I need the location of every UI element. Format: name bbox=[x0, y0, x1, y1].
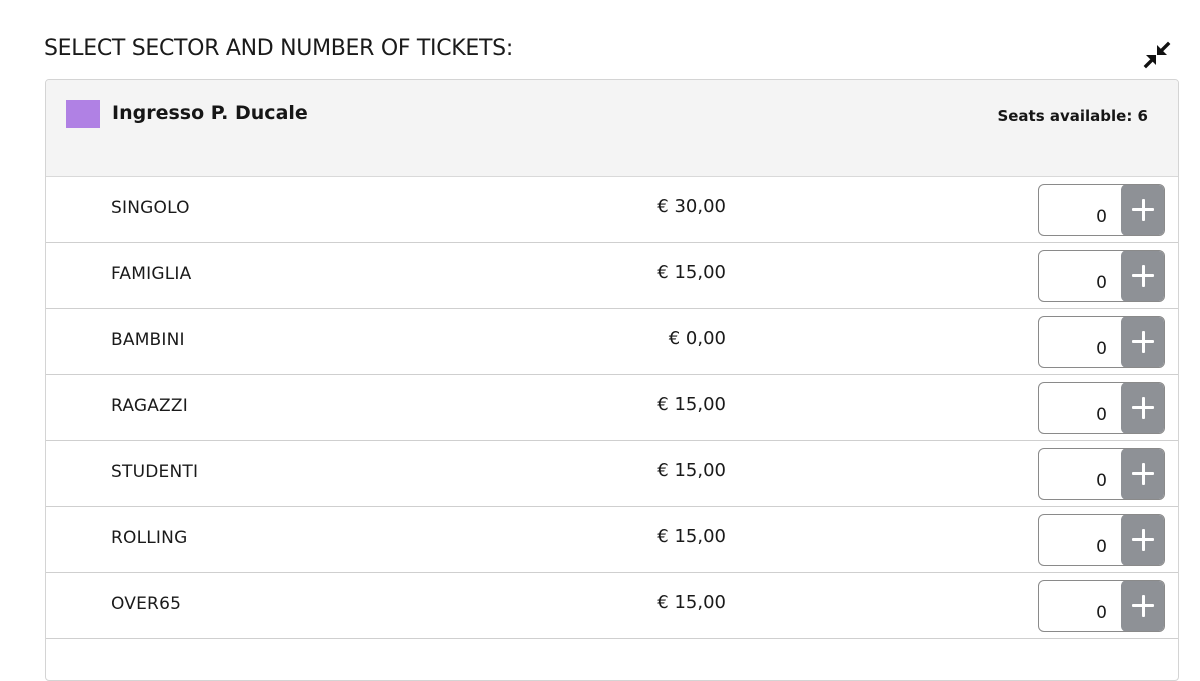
ticket-row: OVER65 € 15,00 bbox=[46, 573, 1178, 639]
plus-icon[interactable] bbox=[1121, 581, 1164, 631]
ticket-row: BAMBINI € 0,00 bbox=[46, 309, 1178, 375]
ticket-type-name: STUDENTI bbox=[111, 462, 199, 482]
ticket-price: € 30,00 bbox=[657, 196, 726, 217]
plus-icon[interactable] bbox=[1121, 515, 1164, 565]
ticket-row: STUDENTI € 15,00 bbox=[46, 441, 1178, 507]
ticket-price: € 0,00 bbox=[668, 328, 726, 349]
ticket-type-name: SINGOLO bbox=[111, 198, 190, 218]
ticket-price: € 15,00 bbox=[657, 460, 726, 481]
quantity-stepper bbox=[1038, 250, 1165, 302]
sector-card: Ingresso P. Ducale Seats available: 6 SI… bbox=[45, 79, 1179, 681]
quantity-stepper bbox=[1038, 382, 1165, 434]
quantity-input[interactable] bbox=[1039, 515, 1121, 565]
ticket-type-name: ROLLING bbox=[111, 528, 188, 548]
quantity-stepper bbox=[1038, 448, 1165, 500]
quantity-input[interactable] bbox=[1039, 317, 1121, 367]
sector-header[interactable]: Ingresso P. Ducale Seats available: 6 bbox=[46, 80, 1178, 177]
ticket-row: ROLLING € 15,00 bbox=[46, 507, 1178, 573]
sector-color-swatch bbox=[66, 100, 100, 128]
collapse-arrows-icon[interactable] bbox=[1140, 38, 1174, 72]
plus-icon[interactable] bbox=[1121, 251, 1164, 301]
ticket-type-name: BAMBINI bbox=[111, 330, 185, 350]
seats-available: Seats available: 6 bbox=[997, 107, 1148, 125]
ticket-type-name: OVER65 bbox=[111, 594, 182, 614]
plus-icon[interactable] bbox=[1121, 383, 1164, 433]
plus-icon[interactable] bbox=[1121, 185, 1164, 235]
ticket-list: SINGOLO € 30,00 FAMIGLIA € 15,00 BAMBINI € 0,… bbox=[46, 177, 1178, 639]
quantity-stepper bbox=[1038, 316, 1165, 368]
quantity-stepper bbox=[1038, 514, 1165, 566]
quantity-stepper bbox=[1038, 184, 1165, 236]
quantity-input[interactable] bbox=[1039, 449, 1121, 499]
ticket-price: € 15,00 bbox=[657, 394, 726, 415]
sector-name: Ingresso P. Ducale bbox=[112, 102, 308, 124]
ticket-row: FAMIGLIA € 15,00 bbox=[46, 243, 1178, 309]
quantity-input[interactable] bbox=[1039, 581, 1121, 631]
ticket-row: SINGOLO € 30,00 bbox=[46, 177, 1178, 243]
ticket-type-name: FAMIGLIA bbox=[111, 264, 192, 284]
ticket-price: € 15,00 bbox=[657, 262, 726, 283]
quantity-stepper bbox=[1038, 580, 1165, 632]
page-title: SELECT SECTOR AND NUMBER OF TICKETS: bbox=[44, 36, 513, 61]
quantity-input[interactable] bbox=[1039, 251, 1121, 301]
ticket-price: € 15,00 bbox=[657, 526, 726, 547]
ticket-type-name: RAGAZZI bbox=[111, 396, 188, 416]
plus-icon[interactable] bbox=[1121, 449, 1164, 499]
ticket-price: € 15,00 bbox=[657, 592, 726, 613]
quantity-input[interactable] bbox=[1039, 185, 1121, 235]
quantity-input[interactable] bbox=[1039, 383, 1121, 433]
plus-icon[interactable] bbox=[1121, 317, 1164, 367]
ticket-row: RAGAZZI € 15,00 bbox=[46, 375, 1178, 441]
